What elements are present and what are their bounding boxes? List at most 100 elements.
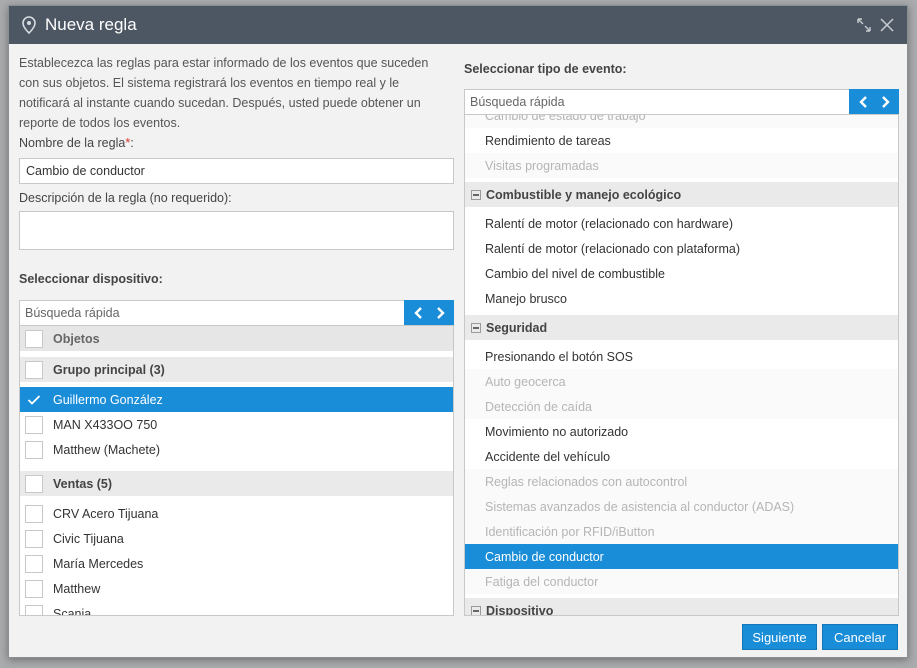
event-item[interactable]: Rendimiento de tareas: [465, 128, 898, 153]
device-group[interactable]: Ventas (5): [20, 471, 453, 496]
event-item-label: Cambio del nivel de combustible: [485, 266, 665, 281]
event-item[interactable]: Presionando el botón SOS: [465, 344, 898, 369]
device-item[interactable]: CRV Acero Tijuana: [20, 501, 453, 526]
event-group-label: Seguridad: [486, 320, 548, 335]
device-checkbox[interactable]: [25, 529, 43, 548]
device-group-label: Grupo principal (3): [53, 362, 165, 377]
device-item-label: Matthew: [53, 581, 101, 596]
device-checkbox[interactable]: [25, 579, 43, 598]
event-item[interactable]: Accidente del vehículo: [465, 444, 898, 469]
event-item[interactable]: Cambio de conductor: [465, 544, 898, 569]
minus-icon[interactable]: [471, 322, 481, 333]
device-item[interactable]: MAN X433OO 750: [20, 412, 453, 437]
event-group[interactable]: Combustible y manejo ecológico: [465, 182, 898, 207]
device-search: [19, 300, 454, 326]
chevron-left-icon[interactable]: [857, 95, 871, 109]
event-item-label: Presionando el botón SOS: [485, 349, 634, 364]
group-checkbox[interactable]: [25, 360, 43, 379]
event-item: Sistemas avanzados de asistencia al cond…: [465, 494, 898, 519]
event-item: Cambio de estado de trabajo: [465, 115, 898, 128]
event-item-label: Movimiento no autorizado: [485, 424, 629, 439]
rule-name-input[interactable]: [19, 158, 454, 184]
device-item-label: Guillermo González: [53, 392, 163, 407]
event-item[interactable]: Ralentí de motor (relacionado con hardwa…: [465, 211, 898, 236]
device-checkbox[interactable]: [25, 504, 43, 523]
description-label: Descripción de la regla (no requerido):: [19, 191, 232, 205]
dialog-titlebar: Nueva regla: [9, 6, 907, 44]
device-search-input[interactable]: [20, 301, 453, 325]
device-item-label: CRV Acero Tijuana: [53, 506, 159, 521]
device-list: Objetos Grupo principal (3) Guillermo Gonz…: [19, 325, 454, 616]
device-item-label: Matthew (Machete): [53, 442, 160, 457]
event-search-input[interactable]: [465, 90, 898, 114]
device-checkbox[interactable]: [25, 440, 43, 459]
event-item-label: Sistemas avanzados de asistencia al cond…: [485, 499, 795, 514]
map-pin-icon: [22, 16, 36, 34]
device-list-header-label: Objetos: [53, 331, 100, 346]
description-textarea[interactable]: [19, 211, 454, 250]
next-button[interactable]: Siguiente: [742, 624, 817, 650]
minus-icon[interactable]: [471, 189, 481, 200]
rule-name-label-text: Nombre de la regla: [19, 136, 126, 150]
event-group[interactable]: Seguridad: [465, 315, 898, 340]
event-item-label: Accidente del vehículo: [485, 449, 611, 464]
device-item[interactable]: María Mercedes: [20, 551, 453, 576]
dialog-title: Nueva regla: [45, 15, 137, 34]
event-item: Fatiga del conductor: [465, 569, 898, 594]
cancel-button[interactable]: Cancelar: [822, 624, 898, 650]
device-item-label: MAN X433OO 750: [53, 417, 158, 432]
event-list: Cambio de estado de trabajo Rendimiento d…: [464, 114, 899, 616]
event-item[interactable]: Cambio del nivel de combustible: [465, 261, 898, 286]
device-checkbox[interactable]: [25, 604, 43, 615]
device-item-label: Civic Tijuana: [53, 531, 124, 546]
event-item: Reglas relacionados con autocontrol: [465, 469, 898, 494]
checkmark-icon[interactable]: [25, 391, 43, 409]
event-item-label: Auto geocerca: [485, 374, 566, 389]
select-all-checkbox[interactable]: [25, 329, 43, 348]
event-item[interactable]: Manejo brusco: [465, 286, 898, 311]
minus-icon[interactable]: [471, 605, 481, 615]
event-item[interactable]: Movimiento no autorizado: [465, 419, 898, 444]
event-item-label: Fatiga del conductor: [485, 574, 599, 589]
event-search: [464, 89, 899, 115]
chevron-right-icon[interactable]: [433, 306, 447, 320]
intro-text: Establecezca las reglas para estar infor…: [19, 56, 429, 130]
event-item: Auto geocerca: [465, 369, 898, 394]
device-item[interactable]: Scania: [20, 601, 453, 616]
event-nav-buttons: [849, 89, 899, 115]
device-item-label: Scania: [53, 606, 92, 616]
device-item[interactable]: Matthew: [20, 576, 453, 601]
event-item-label: Manejo brusco: [485, 291, 567, 306]
device-item[interactable]: Guillermo González: [20, 387, 453, 412]
event-item-label: Visitas programadas: [485, 158, 599, 173]
device-list-header: Objetos: [20, 326, 453, 351]
event-item: Visitas programadas: [465, 153, 898, 178]
close-icon[interactable]: [878, 17, 896, 33]
device-item[interactable]: Civic Tijuana: [20, 526, 453, 551]
event-item: Identificación por RFID/iButton: [465, 519, 898, 544]
group-checkbox[interactable]: [25, 474, 43, 493]
device-group[interactable]: Grupo principal (3): [20, 357, 453, 382]
event-group[interactable]: Dispositivo: [465, 598, 898, 616]
device-nav-buttons: [404, 300, 454, 326]
chevron-left-icon[interactable]: [412, 306, 426, 320]
event-group-label: Combustible y manejo ecológico: [486, 187, 682, 202]
event-item-label: Ralentí de motor (relacionado con hardwa…: [485, 216, 734, 231]
event-group-label: Dispositivo: [486, 603, 554, 616]
device-selector-title: Seleccionar dispositivo:: [19, 272, 163, 286]
event-item[interactable]: Ralentí de motor (relacionado con plataf…: [465, 236, 898, 261]
expand-icon[interactable]: [855, 17, 873, 33]
event-item-label: Rendimiento de tareas: [485, 133, 611, 148]
device-checkbox[interactable]: [25, 415, 43, 434]
chevron-right-icon[interactable]: [878, 95, 892, 109]
event-item-label: Ralentí de motor (relacionado con plataf…: [485, 241, 740, 256]
device-item[interactable]: Matthew (Machete): [20, 437, 453, 462]
event-item-label: Cambio de conductor: [485, 549, 604, 564]
new-rule-dialog: Nueva regla Establecezca las reglas para…: [8, 5, 908, 658]
device-checkbox[interactable]: [25, 554, 43, 573]
event-item-label: Identificación por RFID/iButton: [485, 524, 655, 539]
rule-name-label-colon: :: [130, 136, 134, 150]
rule-name-label: Nombre de la regla*:: [19, 136, 134, 150]
event-item-label: Reglas relacionados con autocontrol: [485, 474, 688, 489]
event-item-label: Detección de caída: [485, 399, 593, 414]
